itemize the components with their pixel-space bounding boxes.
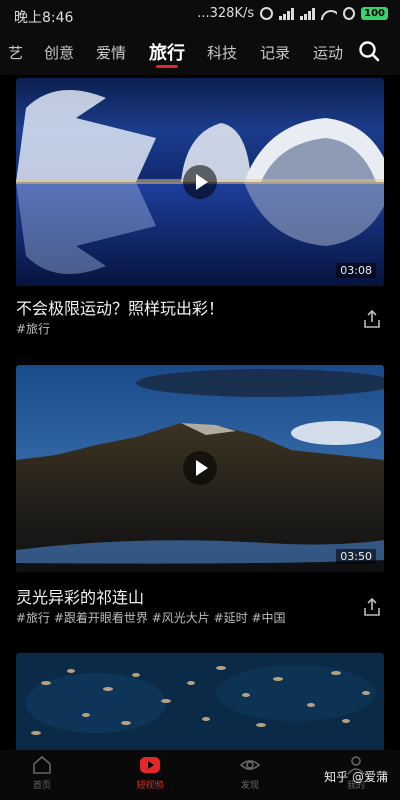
play-button[interactable] [183, 451, 217, 485]
tab-art[interactable]: 艺 [8, 42, 23, 63]
watermark-text: 知乎 @爱蒲 [324, 770, 388, 784]
signal-icon-2 [300, 7, 316, 20]
video-thumbnail[interactable]: 03:08 [16, 78, 384, 286]
nav-home-label: 首页 [32, 781, 51, 791]
signal-icon [279, 7, 295, 20]
search-icon[interactable] [358, 40, 380, 62]
active-tab-indicator [156, 65, 178, 68]
video-duration: 03:08 [336, 263, 376, 278]
status-bar: 晚上8:46 ...328K/s 100 [0, 0, 400, 30]
video-thumbnail[interactable] [16, 653, 384, 750]
thumbnail-underwater-image [16, 653, 384, 750]
share-icon[interactable] [362, 597, 382, 617]
video-title[interactable]: 不会极限运动？照样玩出彩！ [16, 295, 224, 319]
share-icon[interactable] [362, 309, 382, 329]
nav-home[interactable]: 首页 [12, 754, 72, 791]
video-thumbnail[interactable]: 03:50 [16, 365, 384, 572]
category-tab-bar: 艺 创意 爱情 旅行 科技 记录 运动 [0, 30, 400, 75]
home-icon [33, 755, 51, 774]
nav-discover[interactable]: 发现 [220, 754, 280, 791]
bottom-navigation: 首页 短视频 发现 我的 知乎 @爱蒲 [0, 750, 400, 800]
battery-icon: 100 [361, 7, 388, 20]
tab-record[interactable]: 记录 [260, 42, 290, 63]
play-button[interactable] [183, 165, 217, 199]
tab-creative[interactable]: 创意 [44, 42, 74, 63]
status-icons: ...328K/s 100 [197, 6, 388, 21]
charging-icon [343, 7, 356, 20]
video-play-icon [140, 757, 160, 773]
video-duration: 03:50 [336, 549, 376, 564]
network-speed: ...328K/s [197, 6, 255, 21]
nav-short-video-label: 短视频 [136, 781, 164, 791]
video-tags[interactable]: #旅行 #跟着开眼看世界 #风光大片 #延时 #中国 [16, 609, 286, 626]
tab-sports[interactable]: 运动 [313, 42, 343, 63]
status-time: 晚上8:46 [14, 10, 74, 26]
wifi-icon [321, 8, 337, 20]
video-title[interactable]: 灵光异彩的祁连山 [16, 584, 144, 608]
alarm-icon [260, 7, 274, 20]
video-tags[interactable]: #旅行 [16, 320, 50, 337]
nav-short-video[interactable]: 短视频 [120, 754, 180, 791]
tab-love[interactable]: 爱情 [96, 42, 126, 63]
nav-discover-label: 发现 [240, 781, 259, 791]
video-feed[interactable]: 03:08 不会极限运动？照样玩出彩！ #旅行 03:50 灵光异彩的祁连山 #… [0, 75, 400, 750]
eye-icon [239, 760, 261, 770]
tab-tech[interactable]: 科技 [207, 42, 237, 63]
tab-travel[interactable]: 旅行 [149, 39, 185, 65]
